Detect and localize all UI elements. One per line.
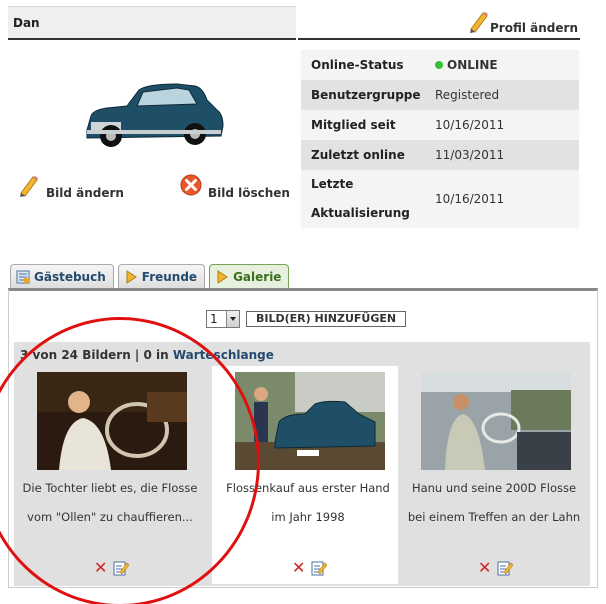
info-key: Letzte Aktualisierung [311,177,410,220]
info-row-last-update: Letzte Aktualisierung 10/16/2011 [301,170,579,228]
info-key: Mitglied seit [311,117,396,132]
gallery-toolbar: 1 BILD(ER) HINZUFÜGEN [206,310,407,328]
online-status-value: ONLINE [425,58,498,72]
tab-label: Freunde [141,269,198,284]
delete-x-icon[interactable]: ✕ [292,560,305,576]
tab-guestbook[interactable]: Gästebuch [10,264,114,288]
chevron-down-icon [226,311,239,327]
pencil-icon [20,176,38,197]
friends-icon [126,269,137,284]
info-value: 10/16/2011 [435,192,505,206]
profile-bar: Profil ändern [298,6,580,40]
info-value: Registered [435,88,500,102]
online-dot-icon [435,61,443,69]
delete-picture-label: Bild löschen [208,186,290,200]
edit-note-icon[interactable] [311,560,328,576]
gallery-item-actions: ✕ [292,560,328,576]
info-value: 11/03/2011 [435,148,505,162]
tab-friends[interactable]: Freunde [117,264,206,288]
delete-circle-icon [180,174,202,196]
gallery-item: Hanu und seine 200D Flosse bei einem Tre… [398,366,590,584]
gallery-icon [217,269,228,284]
gallery-item-actions: ✕ [478,560,514,576]
tab-label: Gästebuch [34,269,106,284]
add-pictures-button[interactable]: BILD(ER) HINZUFÜGEN [246,311,407,327]
gallery-thumbnail[interactable] [421,372,571,470]
page-select-value: 1 [210,312,218,326]
pencil-icon [470,12,488,33]
info-row-user-group: Benutzergruppe Registered [301,80,579,110]
online-status-text: ONLINE [447,58,498,72]
username-bar: Dan [8,6,296,40]
user-info-table: Online-Status ONLINE Benutzergruppe Regi… [301,50,579,228]
info-row-online-status: Online-Status ONLINE [301,50,579,80]
edit-profile-link[interactable]: Profil ändern [490,21,578,35]
edit-picture-label: Bild ändern [46,186,124,200]
info-key: Online-Status [311,57,404,72]
tab-label: Galerie [233,269,282,284]
edit-picture-button[interactable]: Bild ändern [18,174,124,201]
gallery-caption: Hanu und seine 200D Flosse bei einem Tre… [402,474,586,532]
caption-line: Hanu und seine 200D Flosse [411,481,577,495]
info-key: Zuletzt online [311,147,405,162]
caption-line: bei einem Treffen an der Lahn [407,510,581,524]
guestbook-icon [16,270,30,283]
profile-picture [77,70,227,160]
tab-gallery[interactable]: Galerie [209,264,290,288]
delete-x-icon[interactable]: ✕ [478,560,491,576]
profile-tabs: Gästebuch Freunde Galerie [10,264,290,288]
info-key: Benutzergruppe [311,87,421,102]
edit-note-icon[interactable] [497,560,514,576]
info-row-last-online: Zuletzt online 11/03/2011 [301,140,579,170]
info-value: 10/16/2011 [435,118,505,132]
username: Dan [13,16,40,30]
page-select[interactable]: 1 [206,310,240,328]
info-row-member-since: Mitglied seit 10/16/2011 [301,110,579,140]
delete-picture-button[interactable]: Bild löschen [180,174,290,200]
